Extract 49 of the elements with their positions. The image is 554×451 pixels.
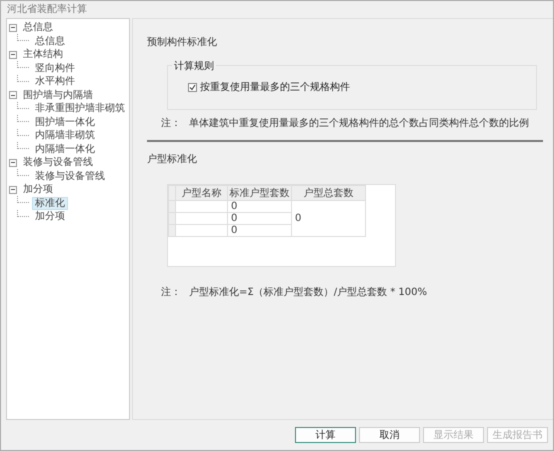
table-cell: 0 (292, 200, 366, 236)
checkbox[interactable] (188, 82, 197, 92)
tree-item[interactable]: 竖向构件 (32, 62, 78, 75)
column-header: 户型名称 (176, 186, 228, 200)
note-label: 注： (161, 116, 181, 130)
tree-connector (17, 102, 29, 109)
table-cell: 0 (228, 212, 292, 224)
dialog-button[interactable]: 计算 (295, 427, 356, 443)
dialog-button[interactable]: 取消 (359, 427, 420, 443)
note-label: 注： (161, 286, 181, 299)
tree-item[interactable]: 围护墙一体化 (32, 116, 98, 129)
tree-item[interactable]: 装修与设备管线 (20, 156, 96, 170)
tree-connector (17, 128, 29, 136)
tree-connector (17, 34, 29, 42)
tree-connector (17, 74, 29, 82)
tree-item[interactable]: 总信息 (20, 21, 56, 34)
tree-item[interactable]: 装修与设备管线 (32, 170, 108, 183)
collapse-icon[interactable] (9, 50, 17, 59)
table-cell: 0 (228, 200, 292, 212)
tree-item[interactable]: 标准化 (32, 196, 68, 210)
tree-item[interactable]: 总信息 (32, 34, 68, 48)
column-header: 标准户型套数 (228, 186, 292, 200)
tree-item[interactable]: 主体结构 (20, 48, 66, 62)
tree-item[interactable]: 水平构件 (32, 75, 78, 88)
tree-connector (17, 61, 29, 68)
collapse-icon[interactable] (9, 91, 17, 100)
collapse-icon[interactable] (9, 186, 17, 194)
group-title: 计算规则 (172, 59, 216, 73)
note-text: 单体建筑中重复使用量最多的三个规格构件的总个数占同类构件总个数的比例 (189, 116, 529, 130)
checkbox-label: 按重复使用量最多的三个规格构件 (200, 80, 350, 94)
collapse-icon[interactable] (9, 24, 17, 32)
window-title: 河北省装配率计算 (6, 2, 88, 17)
tree-connector (17, 169, 29, 176)
table-cell: 0 (228, 224, 292, 236)
tree-connector (17, 115, 29, 122)
collapse-icon[interactable] (9, 158, 17, 167)
tree-connector (17, 142, 29, 150)
section-title: 预制构件标准化 (147, 36, 218, 49)
section-title: 户型标准化 (147, 152, 198, 166)
tree-item[interactable]: 内隔墙非砌筑 (32, 129, 98, 142)
note-text: 户型标准化=Σ（标准户型套数）/户型总套数 * 100% (189, 286, 428, 299)
tree-item[interactable]: 加分项 (32, 210, 68, 224)
tree-item[interactable]: 围护墙与内隔墙 (20, 88, 96, 102)
tree-connector (17, 196, 29, 204)
tree-connector (17, 210, 29, 217)
tree-item[interactable]: 非承重围护墙非砌筑 (32, 102, 128, 116)
column-header: 户型总套数 (292, 186, 366, 200)
tree-item[interactable]: 内隔墙一体化 (32, 142, 98, 156)
tree-item[interactable]: 加分项 (20, 183, 56, 196)
